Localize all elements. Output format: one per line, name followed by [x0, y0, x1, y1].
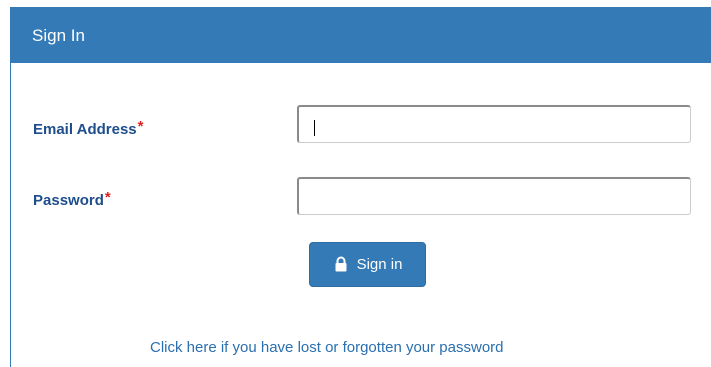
panel-heading: Sign In: [11, 8, 711, 63]
email-field[interactable]: [297, 105, 691, 143]
email-label: Email Address*: [33, 118, 144, 139]
lock-icon: [333, 256, 349, 272]
password-label: Password*: [33, 189, 111, 210]
panel-title: Sign In: [32, 26, 85, 45]
password-label-text: Password: [33, 192, 104, 209]
email-label-text: Email Address: [33, 121, 137, 138]
text-caret: [314, 120, 315, 136]
password-required-marker: *: [104, 189, 111, 206]
email-required-marker: *: [137, 118, 144, 135]
password-field[interactable]: [297, 177, 691, 215]
sign-in-panel: Sign In Email Address* Password* Sign in…: [10, 7, 711, 367]
sign-in-button-label: Sign in: [356, 256, 403, 273]
forgot-password-link[interactable]: Click here if you have lost or forgotten…: [150, 339, 504, 356]
sign-in-button[interactable]: Sign in: [309, 242, 426, 287]
